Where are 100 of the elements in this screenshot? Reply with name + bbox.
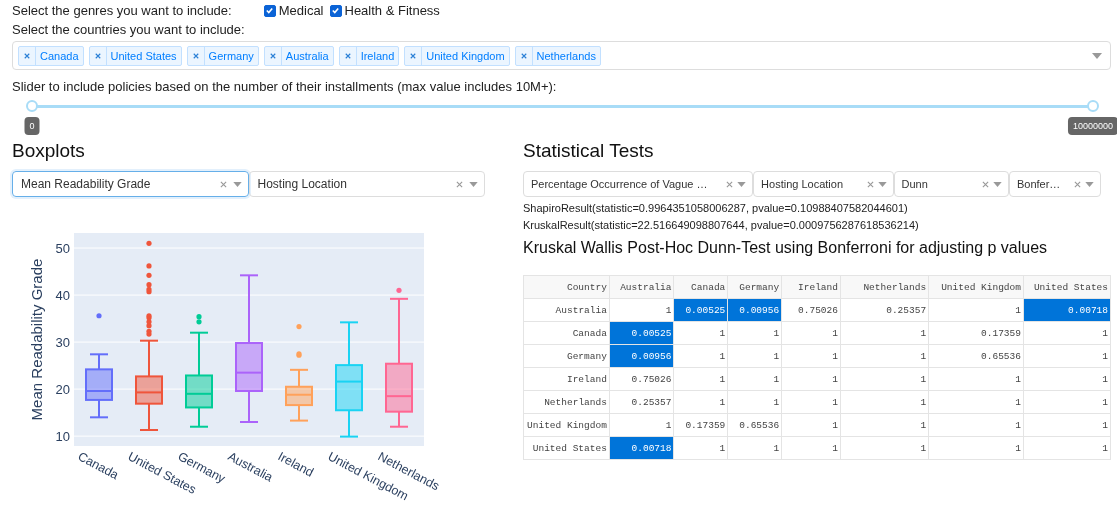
country-tag[interactable]: Canada [18,45,84,66]
table-cell: 1 [840,367,929,391]
table-cell: 1 [673,367,728,391]
caret-icon[interactable] [877,181,887,187]
slider-handle[interactable] [1087,100,1099,112]
dropdown[interactable]: Percentage Occurrence of Vague … [523,171,754,197]
section-title: Statistical Tests [523,140,655,162]
column-header: Country [523,275,610,299]
table-cell: 0.25357 [840,298,929,322]
table-cell: 1 [727,367,782,391]
clear-icon[interactable] [1074,180,1081,188]
country-tag[interactable]: United States [88,45,182,66]
table-cell: 1 [928,298,1024,322]
row-header: Germany [523,344,610,368]
country-tag[interactable]: Australia [263,45,334,66]
table-cell: 1 [781,436,841,460]
caret-icon[interactable] [1092,52,1102,59]
table-cell: 1 [781,321,841,345]
table-cell: 1 [1023,436,1111,460]
row-header: Canada [523,321,610,345]
y-tick-label: 40 [55,288,70,304]
table-cell: 1 [727,390,782,414]
dropdown[interactable]: Mean Readability Grade [12,171,249,197]
table-cell: 1 [673,344,728,368]
country-tag[interactable]: Germany [186,45,259,66]
caret-icon[interactable] [469,181,478,187]
table-cell: 1 [840,413,929,437]
genre-checkbox[interactable]: Medical [263,3,324,18]
country-tag[interactable]: United Kingdom [404,45,510,66]
table-cell: 1 [840,390,929,414]
genre-checkbox[interactable]: Health & Fitness [329,3,440,18]
table-cell: 1 [928,413,1024,437]
y-tick-label: 30 [55,335,70,351]
column-header: United States [1023,275,1111,299]
clear-icon[interactable] [726,180,734,188]
caret-icon[interactable] [1085,181,1094,187]
row-header: Ireland [523,367,610,391]
table-cell: 1 [609,298,674,322]
table-cell: 1 [727,344,782,368]
table-cell: 1 [1023,344,1111,368]
table-cell: 1 [781,413,841,437]
table-cell: 1 [781,344,841,368]
slider-tooltip: 10000000 [1068,117,1117,135]
table-cell: 1 [673,390,728,414]
checkbox-icon[interactable] [329,4,342,17]
dropdown[interactable]: Dunn [893,171,1009,197]
country-multiselect[interactable]: Canada United States Germany Australia Ireland United Kingdom Netherlands [12,41,1111,70]
table-cell: 1 [840,344,929,368]
column-header: Ireland [781,275,841,299]
row-header: United Kingdom [523,413,610,437]
caret-icon[interactable] [232,181,242,187]
table-cell: 1 [928,390,1024,414]
table-cell: 1 [1023,321,1111,345]
country-tag[interactable]: Ireland [338,45,400,66]
dropdown[interactable]: Hosting Location [753,171,894,197]
y-axis-title: Mean Readability Grade [28,258,45,421]
slider-handle[interactable] [26,100,38,112]
table-cell: 0.65536 [727,413,782,437]
column-header: Germany [727,275,782,299]
table-cell: 1 [781,390,841,414]
slider-label: Slider to include policies based on the number of their installments (max value includes 10M+): [11,79,558,94]
checkbox-icon[interactable] [263,4,276,17]
slider-tooltip: 0 [24,117,40,135]
column-header: Australia [609,275,674,299]
table-cell: 1 [1023,367,1111,391]
table-cell: 0.17359 [673,413,728,437]
y-tick-label: 50 [55,241,70,257]
clear-icon[interactable] [866,180,874,188]
table-cell: 1 [727,321,782,345]
table-cell: 1 [840,321,929,345]
caret-icon[interactable] [737,181,747,187]
column-header: Canada [673,275,728,299]
table-cell: 0.75026 [781,298,841,322]
genres-label: Select the genres you want to include: [12,3,232,18]
clear-icon[interactable] [219,180,227,188]
table-cell: 1 [673,321,728,345]
y-tick-label: 10 [55,429,70,445]
country-tag[interactable]: Netherlands [514,45,601,66]
caret-icon[interactable] [992,181,1002,187]
table-cell: 0.65536 [928,344,1024,368]
table-cell: 1 [928,436,1024,460]
clear-icon[interactable] [456,180,463,188]
table-cell: 1 [609,413,674,437]
table-cell: 1 [928,367,1024,391]
dropdown[interactable]: Bonfer… [1008,171,1101,197]
row-header: Australia [523,298,610,322]
test-result: KruskalResult(statistic=22.516649098807644, pvalue=0.0009756287618536214) [523,219,920,231]
table-cell: 1 [727,436,782,460]
column-header: Netherlands [840,275,929,299]
table-cell: 1 [1023,413,1111,437]
dropdown[interactable]: Hosting Location [248,171,485,197]
table-cell: 1 [781,367,841,391]
clear-icon[interactable] [981,180,989,188]
table-cell: 0.17359 [928,321,1024,345]
table-cell: 1 [1023,390,1111,414]
countries-label: Select the countries you want to include: [11,22,246,37]
table-title: Kruskal Wallis Post-Hoc Dunn-Test using Bonferroni for adjusting p values [523,239,1049,257]
section-title: Boxplots [12,140,86,162]
table-cell: 1 [673,436,728,460]
test-result: ShapiroResult(statistic=0.9964351058006287, pvalue=0.10988407582044601) [523,202,909,214]
